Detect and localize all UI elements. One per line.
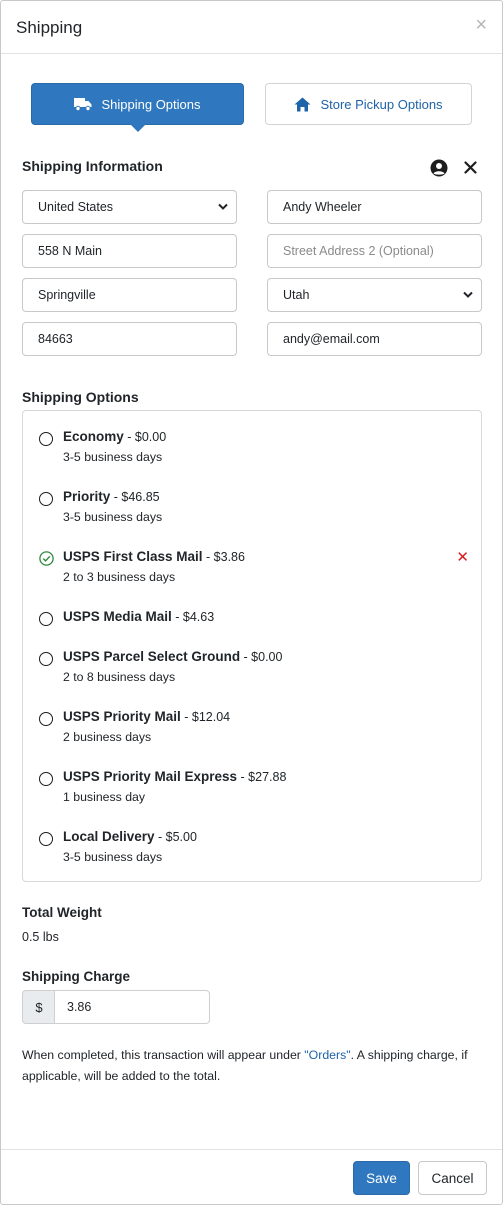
street-address-value: 558 N Main	[38, 244, 102, 258]
option-price: - $0.00	[240, 650, 283, 664]
option-days: 3-5 business days	[63, 510, 163, 524]
option-price: - $5.00	[154, 830, 197, 844]
tab-store-pickup-options[interactable]: Store Pickup Options	[265, 83, 472, 125]
zip-field[interactable]: 84663	[22, 322, 237, 356]
option-days: 1 business day	[63, 790, 146, 804]
home-icon	[294, 97, 311, 111]
radio-button[interactable]	[39, 492, 53, 506]
option-days: 2 to 3 business days	[63, 570, 176, 584]
shipping-information-title: Shipping Information	[22, 158, 163, 174]
remove-selection-icon[interactable]: ✕	[456, 549, 469, 567]
name-value: Andy Wheeler	[283, 200, 362, 214]
truck-icon	[74, 98, 92, 111]
completion-note: When completed, this transaction will ap…	[22, 1045, 487, 1087]
option-price: - $12.04	[180, 710, 231, 724]
currency-addon: $	[22, 990, 55, 1024]
option-days: 3-5 business days	[63, 450, 163, 464]
total-weight-label: Total Weight	[22, 905, 102, 920]
option-price: - $27.88	[237, 770, 287, 784]
country-value: United States	[38, 200, 114, 214]
shipping-options-list: Economy - $0.00 3-5 business days Priori…	[22, 410, 482, 882]
option-name: USPS First Class Mail	[63, 549, 203, 564]
user-circle-icon[interactable]	[430, 159, 448, 180]
shipping-charge-value: 3.86	[67, 1000, 92, 1014]
state-value: Utah	[283, 288, 310, 302]
modal-footer: Save Cancel	[1, 1149, 502, 1205]
radio-button[interactable]	[39, 652, 53, 666]
state-select[interactable]: Utah	[267, 278, 482, 312]
option-price: - $46.85	[110, 490, 160, 504]
option-name: USPS Priority Mail	[63, 709, 181, 724]
option-price: - $0.00	[123, 430, 167, 444]
radio-button[interactable]	[39, 772, 53, 786]
shipping-modal: Shipping × Shipping Options Store Pickup…	[0, 0, 503, 1205]
tab-shipping-options-label: Shipping Options	[101, 96, 201, 112]
modal-header: Shipping ×	[1, 1, 502, 54]
email-value: andy@email.com	[283, 332, 380, 346]
shipping-charge-input[interactable]: 3.86	[54, 990, 210, 1024]
option-name: USPS Priority Mail Express	[63, 769, 238, 784]
option-days: 2 business days	[63, 730, 152, 744]
option-name: Priority	[63, 489, 111, 504]
option-name: Economy	[63, 429, 124, 444]
zip-value: 84663	[38, 332, 73, 346]
chevron-down-icon	[463, 291, 473, 298]
option-name: Local Delivery	[63, 829, 155, 844]
option-days: 2 to 8 business days	[63, 670, 176, 684]
shipping-options-title: Shipping Options	[22, 389, 139, 405]
radio-button[interactable]	[39, 712, 53, 726]
chevron-down-icon	[218, 203, 228, 210]
street-address-2-field[interactable]: Street Address 2 (Optional)	[267, 234, 482, 268]
option-name: USPS Media Mail	[63, 609, 172, 624]
option-name: USPS Parcel Select Ground	[63, 649, 241, 664]
option-price: - $3.86	[202, 550, 245, 564]
street-address-field[interactable]: 558 N Main	[22, 234, 237, 268]
close-icon[interactable]: ×	[475, 15, 487, 35]
clear-address-icon[interactable]	[464, 161, 477, 177]
shipping-charge-label: Shipping Charge	[22, 969, 130, 984]
city-value: Springville	[38, 288, 96, 302]
name-field[interactable]: Andy Wheeler	[267, 190, 482, 224]
total-weight-value: 0.5 lbs	[22, 930, 59, 944]
option-price: - $4.63	[171, 610, 215, 624]
tab-store-pickup-label: Store Pickup Options	[320, 96, 443, 112]
check-circle-icon[interactable]	[39, 551, 54, 566]
radio-button[interactable]	[39, 612, 53, 626]
radio-button[interactable]	[39, 432, 53, 446]
note-text-before: When completed, this transaction will ap…	[22, 1048, 305, 1062]
shipping-tabs: Shipping Options Store Pickup Options	[31, 83, 472, 132]
modal-title: Shipping	[16, 18, 83, 37]
city-field[interactable]: Springville	[22, 278, 237, 312]
orders-link[interactable]: "Orders"	[304, 1048, 350, 1062]
save-button[interactable]: Save	[353, 1161, 410, 1195]
radio-button[interactable]	[39, 832, 53, 846]
tab-shipping-options[interactable]: Shipping Options	[31, 83, 244, 132]
country-select[interactable]: United States	[22, 190, 237, 224]
option-days: 3-5 business days	[63, 850, 163, 864]
email-field[interactable]: andy@email.com	[267, 322, 482, 356]
street-address-2-placeholder: Street Address 2 (Optional)	[283, 244, 434, 258]
cancel-button[interactable]: Cancel	[418, 1161, 487, 1195]
